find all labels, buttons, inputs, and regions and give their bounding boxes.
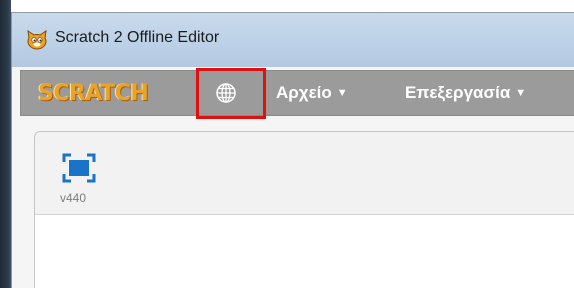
menu-edit[interactable]: Επεξεργασία ▼: [405, 83, 526, 103]
menubar: SCRATCH Αρχείο ▼ Επεξεργασία ▼: [20, 68, 574, 119]
menu-edit-label: Επεξεργασία: [405, 83, 511, 102]
app-window: Scratch 2 Offline Editor SCRATCH Αρχείο …: [11, 12, 574, 288]
version-label: v440: [60, 191, 87, 205]
menu-file[interactable]: Αρχείο ▼: [276, 83, 348, 103]
desktop-background-strip: [0, 0, 11, 288]
stage-toolbar: v440: [34, 131, 574, 216]
window-titlebar[interactable]: Scratch 2 Offline Editor: [12, 13, 574, 67]
stage-area[interactable]: [34, 214, 574, 288]
chevron-down-icon: ▼: [515, 87, 527, 99]
scratch-logo[interactable]: SCRATCH: [38, 81, 149, 106]
globe-icon: [216, 83, 236, 103]
window-title: Scratch 2 Offline Editor: [55, 29, 220, 46]
chevron-down-icon: ▼: [336, 87, 348, 99]
scratch-cat-icon: [27, 30, 47, 50]
fullscreen-icon[interactable]: [62, 153, 96, 183]
menu-file-label: Αρχείο: [276, 83, 332, 102]
language-button[interactable]: [209, 80, 243, 106]
